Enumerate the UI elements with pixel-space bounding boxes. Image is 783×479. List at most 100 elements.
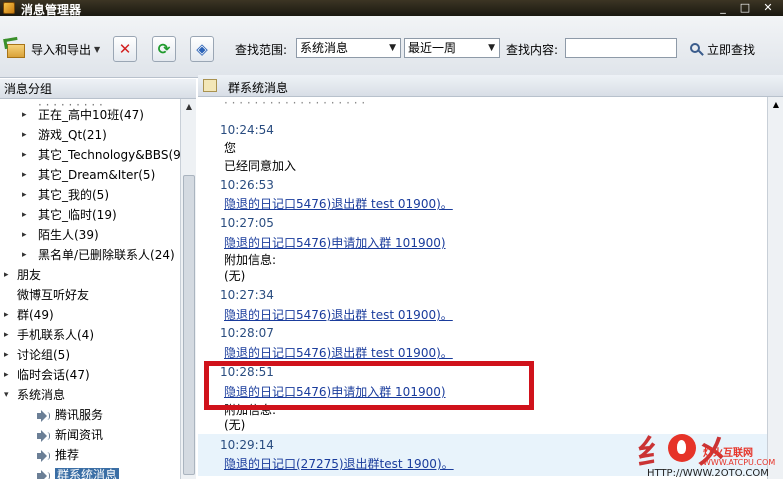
scroll-thumb[interactable] bbox=[183, 175, 195, 475]
message-link-tail[interactable]: 75)退出群test 1900)。 bbox=[324, 457, 454, 471]
refresh-icon: ⟳ bbox=[157, 40, 171, 58]
search-button[interactable]: 立即查找 bbox=[690, 39, 755, 59]
message-header: 群系统消息 bbox=[198, 75, 783, 97]
tree-item-label: 群(49) bbox=[17, 308, 54, 322]
tree-item[interactable]: 推荐 bbox=[36, 445, 79, 465]
expand-arrow-icon[interactable]: ▸ bbox=[4, 345, 9, 365]
search-input[interactable] bbox=[565, 38, 677, 58]
expand-arrow-icon[interactable]: ▸ bbox=[22, 125, 27, 145]
delete-icon: ✕ bbox=[118, 40, 132, 58]
message-line: 隐退的日记口(27275)退出群test 1900)。 bbox=[224, 456, 454, 472]
tree-item-label: 手机联系人(4) bbox=[17, 328, 94, 342]
right-scrollbar[interactable]: ▲ bbox=[767, 97, 783, 479]
period-value: 最近一周 bbox=[408, 41, 457, 55]
tree-item-label: 新闻资讯 bbox=[55, 428, 104, 442]
message-pane: · · · · · · · · · · · · · · · · · · · 10… bbox=[198, 97, 767, 479]
message-line: 隐退的日记口5476)退出群 test 01900)。 bbox=[224, 196, 453, 212]
import-export-button[interactable]: 导入和导出 ▼ bbox=[3, 36, 101, 61]
user-link[interactable]: 隐退的日记口 bbox=[224, 308, 296, 322]
message-line: 附加信息: bbox=[224, 253, 277, 267]
collapse-arrow-icon[interactable]: ▾ bbox=[4, 385, 9, 405]
tree-item[interactable]: ▸ 群(49) bbox=[4, 305, 54, 325]
message-time: 10:26:53 bbox=[220, 178, 274, 192]
message-line: 您 bbox=[224, 141, 237, 155]
tree-item-label: 朋友 bbox=[17, 268, 42, 282]
expand-arrow-icon[interactable]: ▸ bbox=[22, 105, 27, 125]
tree-item[interactable]: ▸ 朋友 bbox=[4, 265, 41, 285]
tree-item-system-messages[interactable]: ▾ 系统消息 bbox=[4, 385, 65, 405]
clean-button[interactable]: ◈ bbox=[190, 36, 214, 62]
close-button[interactable]: ✕ bbox=[757, 0, 779, 16]
left-scrollbar[interactable]: ▲ bbox=[180, 99, 196, 479]
message-line: (无) bbox=[224, 269, 246, 283]
watermark-name: 灯火互联网 bbox=[703, 448, 753, 459]
tree-item-label: 陌生人(39) bbox=[38, 228, 99, 242]
speaker-icon bbox=[36, 449, 50, 462]
tree-item-label: 其它_Technology&BBS(9) bbox=[38, 148, 180, 162]
chevron-down-icon: ▼ bbox=[389, 43, 396, 53]
expand-arrow-icon[interactable]: ▸ bbox=[22, 245, 27, 265]
tree-item-label: 讨论组(5) bbox=[17, 348, 70, 362]
tree-item[interactable]: ▸ 其它_Dream&Iter(5) bbox=[22, 165, 155, 185]
scroll-up-icon[interactable]: ▲ bbox=[770, 99, 782, 111]
tree-item[interactable]: ▸ 其它_临时(19) bbox=[22, 205, 117, 225]
tree-item-label: 推荐 bbox=[55, 448, 80, 462]
tree-item-label: 黑名单/已删除联系人(24) bbox=[38, 248, 175, 262]
tree-item-label: 腾讯服务 bbox=[55, 408, 104, 422]
group-tree: · · · · · · · · · ▸ 正在_高中10班(47) ▸ 游戏_Qt… bbox=[0, 99, 180, 479]
search-button-label: 立即查找 bbox=[707, 42, 756, 57]
tree-item[interactable]: ▸ 黑名单/已删除联系人(24) bbox=[22, 245, 175, 265]
tree-item[interactable]: 新闻资讯 bbox=[36, 425, 103, 445]
tree-item[interactable]: ▸ 游戏_Qt(21) bbox=[22, 125, 107, 145]
scope-label: 查找范围: bbox=[235, 43, 288, 57]
message-time: 10:28:07 bbox=[220, 326, 274, 340]
tree-item[interactable]: ▸ 陌生人(39) bbox=[22, 225, 99, 245]
expand-arrow-icon[interactable]: ▸ bbox=[22, 185, 27, 205]
expand-arrow-icon[interactable]: ▸ bbox=[4, 265, 9, 285]
expand-arrow-icon[interactable]: ▸ bbox=[4, 325, 9, 345]
expand-arrow-icon[interactable]: ▸ bbox=[22, 145, 27, 165]
app-icon bbox=[3, 2, 15, 14]
user-link[interactable]: 隐退的日记口 bbox=[224, 197, 296, 211]
expand-arrow-icon[interactable]: ▸ bbox=[22, 225, 27, 245]
watermark-url: WWW.ATCPU.COM bbox=[703, 458, 776, 467]
message-line: 隐退的日记口5476)退出群 test 01900)。 bbox=[224, 345, 453, 361]
message-header-title: 群系统消息 bbox=[228, 81, 289, 95]
tree-item[interactable]: ▸ 正在_高中10班(47) bbox=[22, 105, 144, 125]
user-link[interactable]: 隐退的日记口(272 bbox=[224, 457, 324, 471]
message-link-tail[interactable]: 5476)退出群 test 01900)。 bbox=[296, 197, 453, 211]
message-line: 隐退的日记口5476)申请加入群 101900) bbox=[224, 235, 446, 251]
delete-button[interactable]: ✕ bbox=[113, 36, 137, 62]
tree-item[interactable]: ▸ 其它_Technology&BBS(9) bbox=[22, 145, 180, 165]
period-dropdown[interactable]: 最近一周 ▼ bbox=[404, 38, 500, 58]
expand-arrow-icon[interactable]: ▸ bbox=[4, 365, 9, 385]
notepad-icon bbox=[203, 79, 217, 92]
user-link[interactable]: 隐退的日记口 bbox=[224, 346, 296, 360]
maximize-button[interactable]: □ bbox=[734, 0, 756, 16]
expand-arrow-icon[interactable]: ▸ bbox=[22, 205, 27, 225]
tree-item[interactable]: ▸ 临时会话(47) bbox=[4, 365, 90, 385]
expand-arrow-icon[interactable]: ▸ bbox=[4, 305, 9, 325]
message-line: 隐退的日记口5476)退出群 test 01900)。 bbox=[224, 307, 453, 323]
scope-value: 系统消息 bbox=[300, 41, 349, 55]
tree-item-group-system-messages[interactable]: 群系统消息 bbox=[36, 465, 120, 479]
import-export-icon bbox=[3, 36, 28, 60]
message-link-tail[interactable]: 5476)退出群 test 01900)。 bbox=[296, 308, 453, 322]
tree-item[interactable]: ▸ 讨论组(5) bbox=[4, 345, 70, 365]
message-link-tail[interactable]: 5476)申请加入群 101900) bbox=[296, 236, 446, 250]
message-link-tail[interactable]: 5476)退出群 test 01900)。 bbox=[296, 346, 453, 360]
tree-item[interactable]: 腾讯服务 bbox=[36, 405, 103, 425]
tree-item[interactable]: ▸ 其它_我的(5) bbox=[22, 185, 109, 205]
minimize-button[interactable]: _ bbox=[712, 0, 734, 16]
refresh-button[interactable]: ⟳ bbox=[152, 36, 176, 62]
annotation-highlight-box bbox=[204, 361, 534, 410]
tree-item[interactable]: 微博互听好友 bbox=[4, 285, 89, 305]
tree-item[interactable]: ▸ 手机联系人(4) bbox=[4, 325, 94, 345]
tree-item-label: 系统消息 bbox=[17, 388, 66, 402]
scroll-up-icon[interactable]: ▲ bbox=[183, 101, 195, 113]
expand-arrow-icon[interactable]: ▸ bbox=[22, 165, 27, 185]
chevron-down-icon: ▼ bbox=[94, 44, 101, 54]
user-link[interactable]: 隐退的日记口 bbox=[224, 236, 296, 250]
paint-bucket-icon: ◈ bbox=[196, 40, 208, 58]
scope-dropdown[interactable]: 系统消息 ▼ bbox=[296, 38, 401, 58]
